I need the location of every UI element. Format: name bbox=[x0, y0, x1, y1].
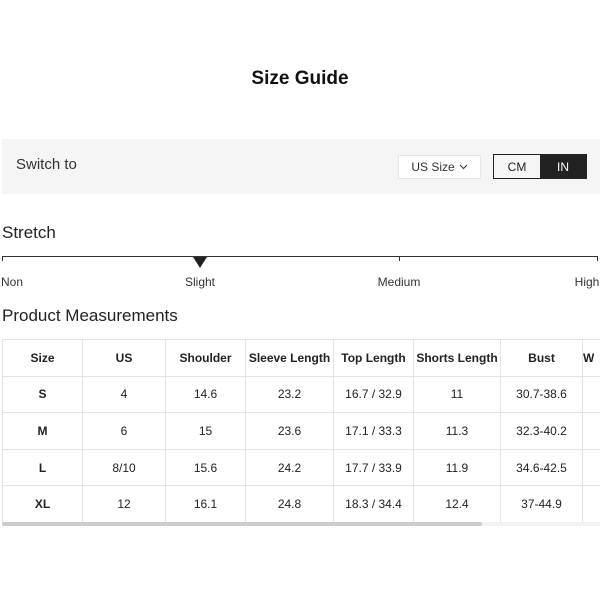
table-cell: 11.3 bbox=[413, 412, 501, 450]
table-cell: 12.4 bbox=[413, 485, 501, 522]
table-cell: 14.6 bbox=[165, 375, 246, 414]
horizontal-scrollbar[interactable] bbox=[2, 522, 600, 526]
stretch-level: Non bbox=[0, 275, 24, 289]
unit-cm-button[interactable]: CM bbox=[494, 155, 540, 178]
table-cell: 16.7 / 32.9 bbox=[333, 375, 414, 414]
stretch-level: Slight bbox=[184, 275, 216, 289]
table-row: M 6 15 23.6 17.1 / 33.3 11.3 32.3-40.2 bbox=[2, 412, 600, 450]
table-cell: 8/10 bbox=[82, 448, 166, 487]
switch-bar: Switch to US Size CM IN bbox=[2, 139, 600, 194]
table-cell: 23.6 bbox=[245, 412, 334, 450]
table-cell bbox=[582, 375, 600, 414]
column-header: Bust bbox=[500, 339, 583, 377]
switch-label: Switch to bbox=[16, 156, 77, 173]
size-system-dropdown[interactable]: US Size bbox=[398, 155, 481, 179]
table-cell bbox=[582, 412, 600, 450]
stretch-level: Medium bbox=[377, 275, 421, 289]
table-cell: 12 bbox=[82, 485, 166, 522]
table-cell: 23.2 bbox=[245, 375, 334, 414]
column-header: W bbox=[582, 339, 600, 377]
stretch-marker-icon bbox=[193, 257, 207, 268]
table-cell: 17.1 / 33.3 bbox=[333, 412, 414, 450]
table-row: S 4 14.6 23.2 16.7 / 32.9 11 30.7-38.6 bbox=[2, 375, 600, 414]
table-cell: L bbox=[2, 448, 83, 487]
table-cell: 4 bbox=[82, 375, 166, 414]
dropdown-value: US Size bbox=[411, 160, 455, 174]
table-cell: 15 bbox=[165, 412, 246, 450]
table-row: L 8/10 15.6 24.2 17.7 / 33.9 11.9 34.6-42.5 bbox=[2, 448, 600, 487]
stretch-heading: Stretch bbox=[2, 223, 56, 242]
table-cell: 37-44.9 bbox=[500, 485, 583, 522]
column-header: US bbox=[82, 339, 166, 377]
measurements-table-container[interactable]: Size US Shoulder Sleeve Length Top Length Sho… bbox=[2, 339, 600, 522]
table-cell: M bbox=[2, 412, 83, 450]
scrollbar-thumb[interactable] bbox=[2, 522, 482, 526]
unit-in-button[interactable]: IN bbox=[540, 155, 586, 178]
column-header: Top Length bbox=[333, 339, 414, 377]
table-cell: 18.3 / 34.4 bbox=[333, 485, 414, 522]
table-cell: 24.2 bbox=[245, 448, 334, 487]
table-cell: 15.6 bbox=[165, 448, 246, 487]
scale-tick bbox=[399, 256, 400, 261]
column-header: Sleeve Length bbox=[245, 339, 334, 377]
table-cell: 6 bbox=[82, 412, 166, 450]
table-cell: S bbox=[2, 375, 83, 414]
table-cell: 24.8 bbox=[245, 485, 334, 522]
table-cell: 30.7-38.6 bbox=[500, 375, 583, 414]
page-title: Size Guide bbox=[251, 68, 349, 89]
table-header-row: Size US Shoulder Sleeve Length Top Length Sho… bbox=[2, 339, 600, 377]
column-header: Shorts Length bbox=[413, 339, 501, 377]
table-cell: 16.1 bbox=[165, 485, 246, 522]
chevron-down-icon bbox=[459, 164, 468, 170]
scale-tick bbox=[597, 256, 598, 261]
table-cell: 32.3-40.2 bbox=[500, 412, 583, 450]
scale-tick bbox=[2, 256, 3, 261]
table-row: XL 12 16.1 24.8 18.3 / 34.4 12.4 37-44.9 bbox=[2, 485, 600, 522]
unit-toggle: CM IN bbox=[493, 154, 587, 179]
table-cell: 11 bbox=[413, 375, 501, 414]
column-header: Shoulder bbox=[165, 339, 246, 377]
stretch-scale bbox=[2, 256, 598, 257]
table-cell: XL bbox=[2, 485, 83, 522]
table-cell bbox=[582, 448, 600, 487]
table-cell: 17.7 / 33.9 bbox=[333, 448, 414, 487]
table-cell: 11.9 bbox=[413, 448, 501, 487]
stretch-level: High bbox=[574, 275, 600, 289]
measurements-table: Size US Shoulder Sleeve Length Top Length Sho… bbox=[2, 339, 600, 522]
measurements-heading: Product Measurements bbox=[2, 306, 178, 325]
table-cell bbox=[582, 485, 600, 522]
column-header: Size bbox=[2, 339, 83, 377]
table-cell: 34.6-42.5 bbox=[500, 448, 583, 487]
